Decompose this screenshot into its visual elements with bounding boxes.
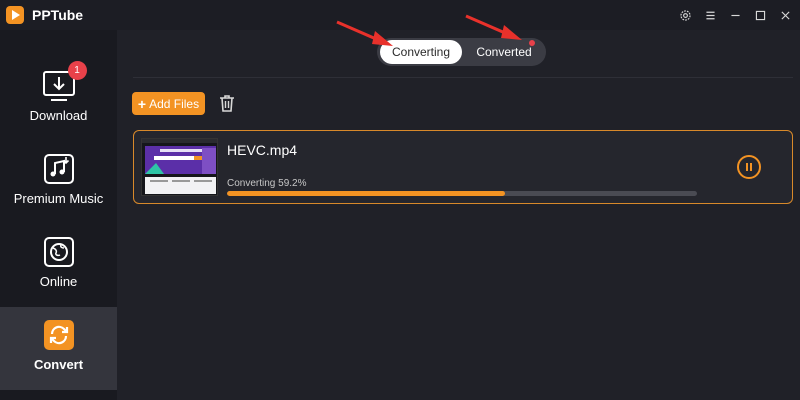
app-logo-icon — [6, 6, 24, 24]
new-indicator-dot — [529, 40, 535, 46]
convert-icon — [42, 318, 76, 352]
pause-icon[interactable] — [737, 155, 761, 179]
file-name: HEVC.mp4 — [227, 142, 298, 158]
title-bar: PPTube — [0, 0, 800, 30]
status-tabs: Converting Converted — [377, 38, 546, 66]
conversion-status: Converting 59.2% — [227, 178, 307, 189]
music-icon — [42, 152, 76, 186]
sidebar-item-label: Download — [29, 108, 88, 123]
add-files-button[interactable]: + Add Files — [132, 92, 205, 115]
tab-converting[interactable]: Converting — [380, 40, 462, 64]
video-thumbnail — [141, 138, 218, 196]
sidebar-item-label: Premium Music — [13, 191, 104, 206]
close-icon[interactable] — [777, 7, 794, 24]
download-icon: 1 — [42, 61, 87, 103]
sidebar-item-online[interactable]: Online — [0, 224, 117, 307]
sidebar-item-label: Online — [39, 274, 78, 289]
add-files-label: Add Files — [149, 96, 200, 111]
file-item: HEVC.mp4 Converting 59.2% — [133, 130, 793, 204]
sidebar-item-convert[interactable]: Convert — [0, 307, 117, 390]
sidebar: 1 Download Premium Music Online Convert — [0, 30, 117, 400]
notification-badge: 1 — [67, 61, 87, 80]
maximize-icon[interactable] — [752, 7, 769, 24]
sidebar-item-premium-music[interactable]: Premium Music — [0, 141, 117, 224]
divider — [133, 77, 793, 78]
minimize-icon[interactable] — [727, 7, 744, 24]
plus-icon: + — [137, 95, 147, 112]
trash-icon[interactable] — [216, 92, 238, 114]
window-controls — [677, 0, 794, 30]
sidebar-item-label: Convert — [33, 357, 84, 372]
globe-icon — [42, 235, 76, 269]
gear-icon[interactable] — [677, 7, 694, 24]
sidebar-item-download[interactable]: 1 Download — [0, 58, 117, 141]
menu-icon[interactable] — [702, 7, 719, 24]
progress-bar — [227, 191, 697, 196]
progress-fill — [227, 191, 506, 196]
app-title: PPTube — [32, 7, 84, 23]
